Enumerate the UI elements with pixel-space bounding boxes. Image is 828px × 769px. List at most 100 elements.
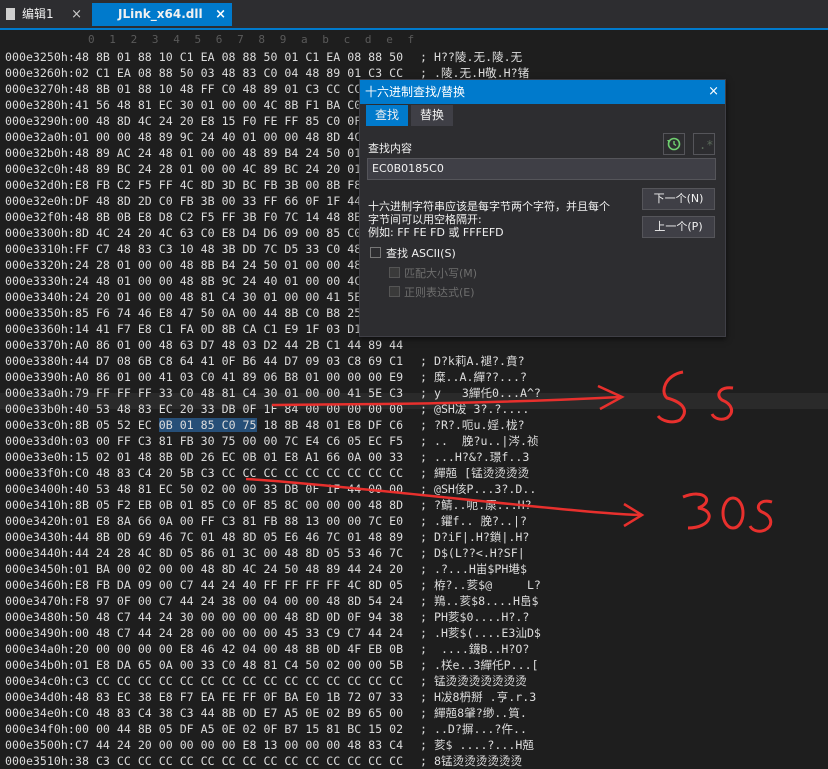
hex-row[interactable]: 000e3470h: F8 97 0F 00 C7 44 24 38 00 04 … — [5, 593, 539, 609]
hex-row[interactable]: 000e3440h: 44 24 28 4C 8D 05 86 01 3C 00 … — [5, 545, 525, 561]
row-hex-bytes[interactable]: 24 20 01 00 00 48 81 C4 30 01 00 00 41 5… — [75, 289, 403, 305]
row-hex-bytes[interactable]: 24 28 01 00 00 48 8B B4 24 50 01 00 00 4… — [75, 257, 403, 273]
row-hex-bytes[interactable]: 48 83 EC 38 E8 F7 EA FE FF 0F BA E0 1B 7… — [75, 689, 403, 705]
row-hex-bytes[interactable]: E8 FB DA 09 00 C7 44 24 40 FF FF FF FF 4… — [75, 577, 403, 593]
row-hex-bytes[interactable]: DF 48 8D 2D C0 FB 3B 00 33 FF 66 0F 1F 4… — [75, 193, 403, 209]
row-ascii[interactable]: ; PH荄$0....H?.? — [420, 609, 529, 625]
find-next-button[interactable]: 下一个(N) — [642, 188, 715, 210]
row-ascii[interactable]: ; ....鑖B..H?O? — [420, 641, 529, 657]
hex-row[interactable]: 000e3430h: 44 8B 0D 69 46 7C 01 48 8D 05 … — [5, 529, 529, 545]
row-hex-bytes[interactable]: 00 48 C7 44 24 28 00 00 00 00 45 33 C9 C… — [75, 625, 403, 641]
row-ascii[interactable]: ; 荄$ ....?...H兡 — [420, 737, 534, 753]
row-ascii[interactable]: ; .. 脕?u..|涔.祯 — [420, 433, 539, 449]
row-ascii[interactable]: ; D?iF|.H?鎖|.H? — [420, 529, 529, 545]
row-ascii[interactable]: ; @SH侅P...3?.D.. — [420, 481, 536, 497]
hex-row[interactable]: 000e34f0h: 00 00 44 8B 05 DF A5 0E 02 0F … — [5, 721, 527, 737]
row-hex-bytes[interactable]: 50 48 C7 44 24 30 00 00 00 00 48 8D 0D 0… — [75, 609, 403, 625]
find-previous-button[interactable]: 上一个(P) — [642, 216, 715, 238]
row-ascii[interactable]: ; D?k莉A.褪?.賁? — [420, 353, 525, 369]
hex-row[interactable]: 000e33b0h: 40 53 48 83 EC 20 33 DB 0F 1F … — [5, 401, 529, 417]
tab-close-icon[interactable]: × — [215, 3, 226, 26]
row-hex-bytes[interactable]: C7 44 24 20 00 00 00 00 E8 13 00 00 00 4… — [75, 737, 403, 753]
hex-row[interactable]: 000e33f0h: C0 48 83 C4 20 5B C3 CC CC CC … — [5, 465, 529, 481]
hex-row[interactable]: 000e34c0h: C3 CC CC CC CC CC CC CC CC CC … — [5, 673, 527, 689]
row-ascii[interactable]: ; ..D?摒...?仵.. — [420, 721, 527, 737]
row-hex-bytes[interactable]: F8 97 0F 00 C7 44 24 38 00 04 00 00 48 8… — [75, 593, 403, 609]
hex-row[interactable]: 000e3330h: 24 48 01 00 00 48 8B 9C 24 40 … — [5, 273, 403, 289]
hex-row[interactable]: 000e3300h: 8D 4C 24 20 4C 63 C0 E8 D4 D6 … — [5, 225, 403, 241]
row-ascii[interactable]: ; D$(L??<.H?SF| — [420, 545, 525, 561]
row-hex-bytes[interactable]: 15 02 01 48 8B 0D 26 EC 0B 01 E8 A1 66 0… — [75, 449, 403, 465]
tab-find[interactable]: 查找 — [366, 105, 409, 126]
hex-row[interactable]: 000e3250h: 48 8B 01 88 10 C1 EA 08 88 50 … — [5, 49, 522, 65]
row-ascii[interactable]: ; 繟兡 [锰烫烫烫烫 — [420, 465, 529, 481]
row-hex-bytes[interactable]: FF C7 48 83 C3 10 48 3B DD 7C D5 33 C0 4… — [75, 241, 403, 257]
row-hex-bytes[interactable]: 14 41 F7 E8 C1 FA 0D 8B CA C1 E9 1F 03 D… — [75, 321, 403, 337]
row-hex-bytes[interactable]: 8B 05 52 EC 0B 01 85 C0 75 18 8B 48 01 E… — [75, 417, 403, 433]
row-hex-bytes[interactable]: 00 48 8D 4C 24 20 E8 15 F0 FE FF 85 C0 0… — [75, 113, 403, 129]
row-hex-bytes[interactable]: 44 D7 08 6B C8 64 41 0F B6 44 D7 09 03 C… — [75, 353, 403, 369]
row-ascii[interactable]: ; H??陵.无.陵.无 — [420, 49, 522, 65]
history-icon[interactable] — [663, 133, 685, 155]
tab-jlink-dll[interactable]: JLink_x64.dll × — [92, 3, 232, 26]
row-ascii[interactable]: ; 繟兡8肈?缈..筫. — [420, 705, 527, 721]
row-ascii[interactable]: ; .鑺f.. 脕?..|? — [420, 513, 527, 529]
tab-replace[interactable]: 替换 — [411, 105, 454, 126]
row-hex-bytes[interactable]: 01 E8 8A 66 0A 00 FF C3 81 FB 88 13 00 0… — [75, 513, 403, 529]
row-ascii[interactable]: ; H冹8枬掰 .亨.r.3 — [420, 689, 536, 705]
tab-editor1[interactable]: 编辑1 × — [0, 3, 88, 26]
hex-row[interactable]: 000e3290h: 00 48 8D 4C 24 20 E8 15 F0 FE … — [5, 113, 403, 129]
row-hex-bytes[interactable]: 02 C1 EA 08 88 50 03 48 83 C0 04 48 89 0… — [75, 65, 403, 81]
row-ascii[interactable]: ; y 3繟仛0...A^? — [420, 385, 541, 401]
row-hex-bytes[interactable]: 85 F6 74 46 E8 47 50 0A 00 44 8B C0 B8 2… — [75, 305, 403, 321]
row-hex-bytes[interactable]: 24 48 01 00 00 48 8B 9C 24 40 01 00 00 4… — [75, 273, 403, 289]
row-hex-bytes[interactable]: 48 8B 01 88 10 48 FF C0 48 89 01 C3 CC C… — [75, 81, 403, 97]
row-hex-bytes[interactable]: E8 FB C2 F5 FF 4C 8D 3D BC FB 3B 00 8B F… — [75, 177, 403, 193]
row-hex-bytes[interactable]: 48 89 BC 24 28 01 00 00 4C 89 BC 24 20 0… — [75, 161, 403, 177]
hex-row[interactable]: 000e3490h: 00 48 C7 44 24 28 00 00 00 00 … — [5, 625, 541, 641]
row-hex-bytes[interactable]: 48 8B 0B E8 D8 C2 F5 FF 3B F0 7C 14 48 8… — [75, 209, 403, 225]
row-hex-bytes[interactable]: 40 53 48 83 EC 20 33 DB 0F 1F 84 00 00 0… — [75, 401, 403, 417]
row-hex-bytes[interactable]: 8B 05 F2 EB 0B 01 85 C0 0F 85 8C 00 00 0… — [75, 497, 403, 513]
hex-row[interactable]: 000e3460h: E8 FB DA 09 00 C7 44 24 40 FF … — [5, 577, 541, 593]
hex-row[interactable]: 000e34e0h: C0 48 83 C4 38 C3 44 8B 0D E7 … — [5, 705, 527, 721]
hex-row[interactable]: 000e3420h: 01 E8 8A 66 0A 00 FF C3 81 FB … — [5, 513, 527, 529]
hex-row[interactable]: 000e33a0h: 79 FF FF FF 33 C0 48 81 C4 30 … — [5, 385, 541, 401]
row-hex-bytes[interactable]: 48 8B 01 88 10 C1 EA 08 88 50 01 C1 EA 0… — [75, 49, 403, 65]
row-ascii[interactable]: ; @SH冹 3?.?.... — [420, 401, 529, 417]
hex-row[interactable]: 000e32b0h: 48 89 AC 24 48 01 00 00 48 89 … — [5, 145, 403, 161]
hex-row[interactable]: 000e3320h: 24 28 01 00 00 48 8B B4 24 50 … — [5, 257, 403, 273]
hex-row[interactable]: 000e3280h: 41 56 48 81 EC 30 01 00 00 4C … — [5, 97, 403, 113]
hex-row[interactable]: 000e34a0h: 20 00 00 00 00 E8 46 42 04 00 … — [5, 641, 529, 657]
row-hex-bytes[interactable]: C0 48 83 C4 38 C3 44 8B 0D E7 A5 0E 02 B… — [75, 705, 403, 721]
row-hex-bytes[interactable]: C0 48 83 C4 20 5B C3 CC CC CC CC CC CC C… — [75, 465, 403, 481]
row-hex-bytes[interactable]: 38 C3 CC CC CC CC CC CC CC CC CC CC CC C… — [75, 753, 403, 769]
row-ascii[interactable]: ; ?鲭..呃.厡...H? — [420, 497, 532, 513]
hex-row[interactable]: 000e3450h: 01 BA 00 02 00 00 48 8D 4C 24 … — [5, 561, 527, 577]
row-hex-bytes[interactable]: A0 86 01 00 48 63 D7 48 03 D2 44 2B C1 4… — [75, 337, 403, 353]
hex-row[interactable]: 000e3380h: 44 D7 08 6B C8 64 41 0F B6 44 … — [5, 353, 525, 369]
hex-row[interactable]: 000e3340h: 24 20 01 00 00 48 81 C4 30 01 … — [5, 289, 403, 305]
find-ascii-checkbox[interactable] — [370, 247, 381, 258]
hex-row[interactable]: 000e34d0h: 48 83 EC 38 E8 F7 EA FE FF 0F … — [5, 689, 536, 705]
hex-row[interactable]: 000e3310h: FF C7 48 83 C3 10 48 3B DD 7C … — [5, 241, 403, 257]
hex-row[interactable]: 000e3260h: 02 C1 EA 08 88 50 03 48 83 C0 … — [5, 65, 529, 81]
hex-row[interactable]: 000e3400h: 40 53 48 81 EC 50 02 00 00 33 … — [5, 481, 536, 497]
hex-row[interactable]: 000e33d0h: 03 00 FF C3 81 FB 30 75 00 00 … — [5, 433, 539, 449]
row-hex-bytes[interactable]: 20 00 00 00 00 E8 46 42 04 00 48 8B 0D 4… — [75, 641, 403, 657]
row-ascii[interactable]: ; ...H?&?.璟f..3 — [420, 449, 529, 465]
row-hex-bytes[interactable]: 01 E8 DA 65 0A 00 33 C0 48 81 C4 50 02 0… — [75, 657, 403, 673]
hex-row[interactable]: 000e3480h: 50 48 C7 44 24 30 00 00 00 00 … — [5, 609, 529, 625]
row-ascii[interactable]: ; ?R?.呃u.婬.栊? — [420, 417, 525, 433]
row-hex-bytes[interactable]: 00 00 44 8B 05 DF A5 0E 02 0F B7 15 81 B… — [75, 721, 403, 737]
row-ascii[interactable]: ; 锰烫烫烫烫烫烫烫 — [420, 673, 527, 689]
row-hex-bytes[interactable]: 79 FF FF FF 33 C0 48 81 C4 30 01 00 00 4… — [75, 385, 403, 401]
hex-row[interactable]: 000e3350h: 85 F6 74 46 E8 47 50 0A 00 44 … — [5, 305, 403, 321]
row-hex-bytes[interactable]: 01 00 00 48 89 9C 24 40 01 00 00 48 8D 4… — [75, 129, 403, 145]
hex-row[interactable]: 000e3410h: 8B 05 F2 EB 0B 01 85 C0 0F 85 … — [5, 497, 532, 513]
hex-row[interactable]: 000e3360h: 14 41 F7 E8 C1 FA 0D 8B CA C1 … — [5, 321, 403, 337]
hex-row[interactable]: 000e3370h: A0 86 01 00 48 63 D7 48 03 D2 … — [5, 337, 403, 353]
hex-row[interactable]: 000e32d0h: E8 FB C2 F5 FF 4C 8D 3D BC FB … — [5, 177, 403, 193]
row-hex-bytes[interactable]: 44 8B 0D 69 46 7C 01 48 8D 05 E6 46 7C 0… — [75, 529, 403, 545]
hex-row[interactable]: 000e3390h: A0 86 01 00 41 03 C0 41 89 06 … — [5, 369, 527, 385]
